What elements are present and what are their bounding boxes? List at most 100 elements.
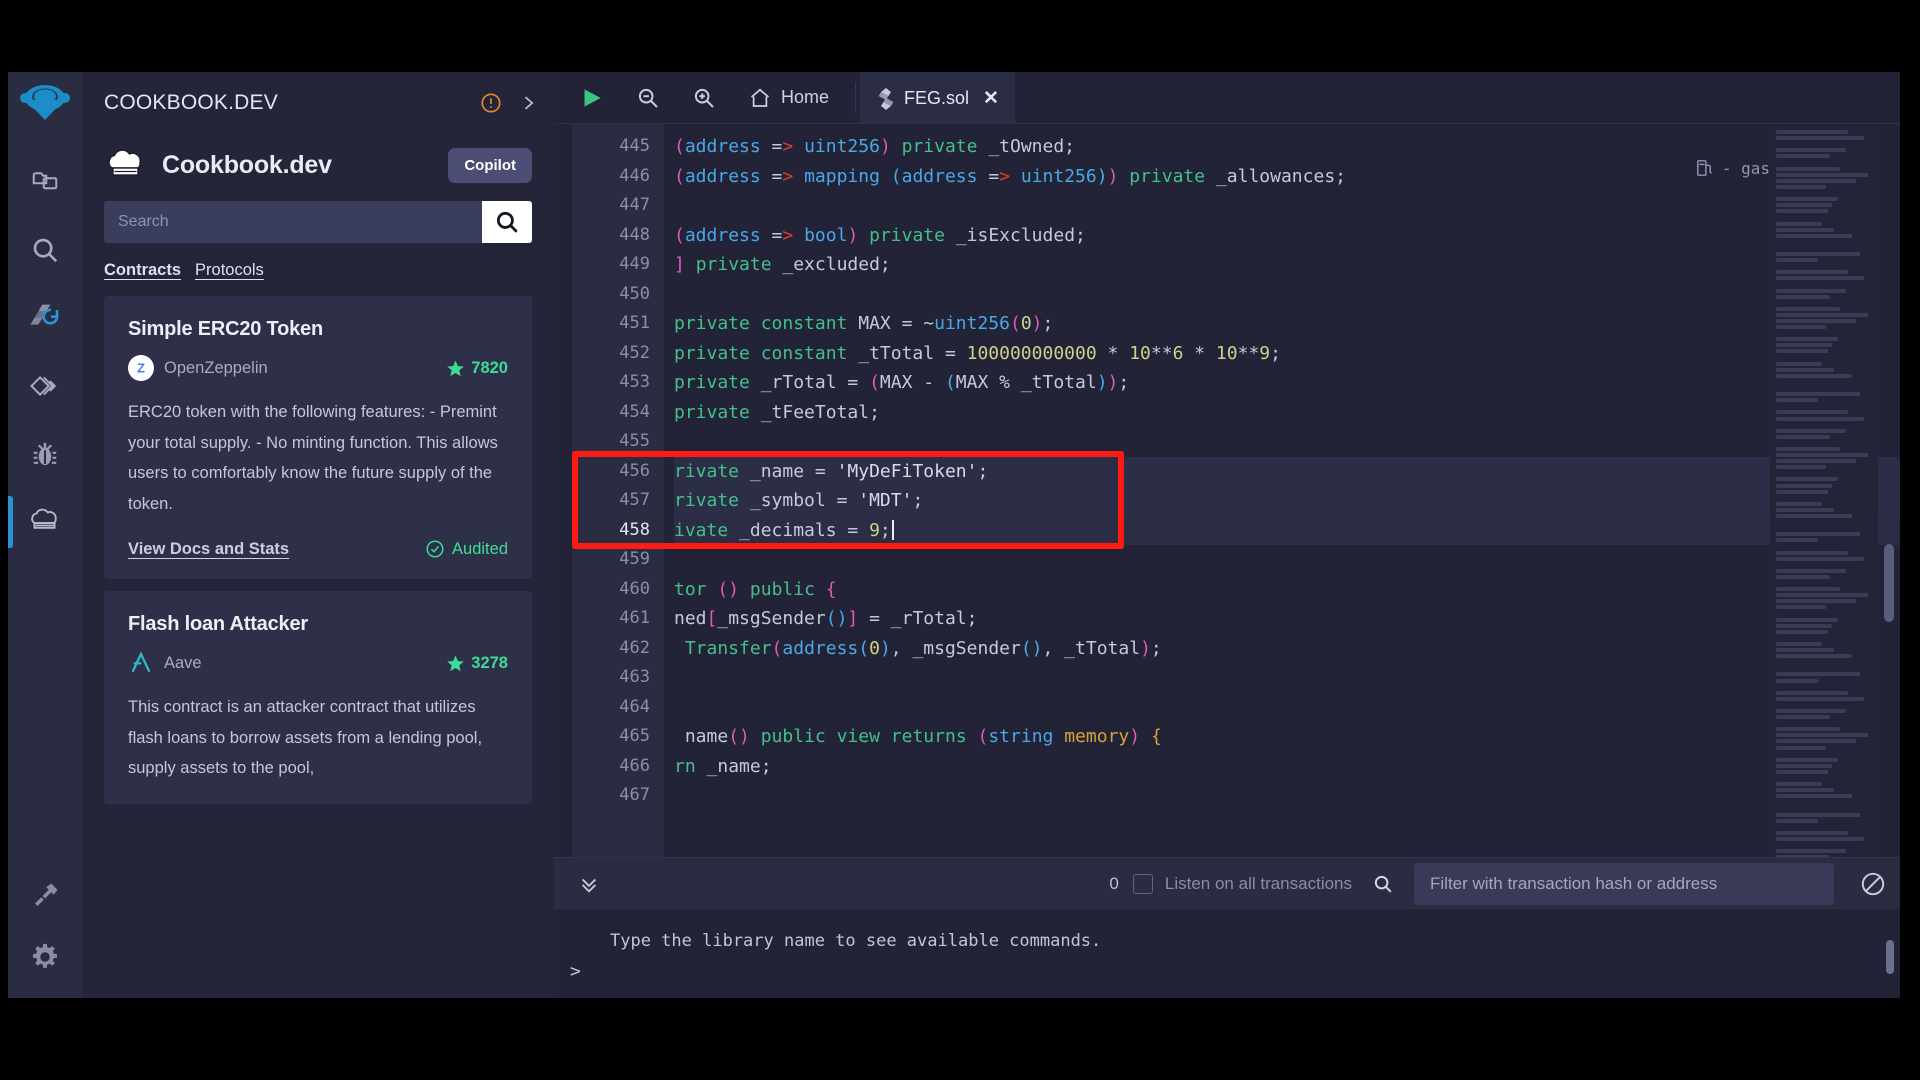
close-icon[interactable]: ✕ [983,87,999,110]
code-token: MAX % _tTotal [956,372,1097,393]
terminal-scrollbar-thumb[interactable] [1886,940,1894,974]
code-line[interactable]: ivate _decimals = 9; [674,516,1900,546]
code-token [815,579,826,600]
tab-feg-sol[interactable]: FEG.sol ✕ [860,72,1015,123]
minimap-line [1776,831,1848,835]
minimap-line [1776,569,1846,573]
sidebar-item-settings[interactable] [8,930,82,998]
line-number: 461 [572,604,650,634]
gas-pump-icon [1696,158,1714,178]
code-line[interactable] [674,663,1900,693]
code-token: ] [847,608,858,629]
sidebar-item-deploy-run[interactable] [8,352,82,420]
minimap-line [1776,429,1846,433]
code-token [750,313,761,334]
line-number: 458 [572,516,650,546]
code-token: ) [1129,726,1140,747]
code-lines[interactable]: (address => uint256) private _tOwned;(ad… [664,124,1900,857]
home-label: Home [781,87,829,108]
minimap-line [1776,532,1860,536]
sidebar-item-solidity-compiler[interactable] [8,284,82,352]
tab-contracts[interactable]: Contracts [104,261,181,280]
terminal-prompt[interactable]: > [570,961,581,982]
code-line[interactable]: tor () public { [674,575,1900,605]
zoom-in-icon[interactable] [676,72,732,123]
home-tab-button[interactable]: Home [732,72,851,123]
code-token: ( [891,166,902,187]
editor-minimap[interactable] [1770,124,1878,857]
line-number: 454 [572,398,650,428]
sidebar-item-cookbook[interactable] [8,488,82,556]
search-icon[interactable] [1364,873,1402,895]
no-entry-icon[interactable] [1846,871,1886,897]
code-token: ( [869,372,880,393]
code-token: () [717,579,739,600]
code-token: _rTotal = [750,372,869,393]
transaction-filter-input[interactable] [1414,863,1834,905]
zoom-out-icon[interactable] [620,72,676,123]
contract-card-erc20[interactable]: Simple ERC20 Token Z OpenZeppelin [104,296,532,579]
code-token: private [1129,166,1205,187]
code-line[interactable]: ] private _excluded; [674,250,1900,280]
play-run-icon[interactable] [554,72,620,123]
card-star-count: 3278 [446,654,508,673]
view-docs-and-stats-link[interactable]: View Docs and Stats [128,540,289,559]
chevrons-down-icon[interactable] [568,873,610,895]
code-token: address [902,166,978,187]
code-token [858,225,869,246]
code-token: { [1151,726,1162,747]
minimap-line [1776,642,1822,646]
card-author: Aave [164,654,202,673]
code-line[interactable]: private _tFeeTotal; [674,398,1900,428]
code-line[interactable]: (address => bool) private _isExcluded; [674,221,1900,251]
terminal-body[interactable]: Type the library name to see available c… [554,909,1900,998]
code-token: ; [912,490,923,511]
sidebar-item-search[interactable] [8,216,82,284]
chef-hat-icon [104,149,148,183]
copilot-button[interactable]: Copilot [448,148,532,183]
minimap-line [1776,855,1830,857]
code-token: ( [674,225,685,246]
code-line[interactable]: name() public view returns (string memor… [674,722,1900,752]
code-line[interactable]: Transfer(address(0), _msgSender(), _tTot… [674,634,1900,664]
code-line[interactable] [674,280,1900,310]
code-line[interactable]: rn _name; [674,752,1900,782]
code-line[interactable]: private constant MAX = ~uint256(0); [674,309,1900,339]
minimap-line [1776,276,1864,280]
search-input[interactable] [104,201,482,243]
code-token: address [782,638,858,659]
listen-on-all-transactions-checkbox[interactable] [1133,874,1153,894]
code-line[interactable] [674,545,1900,575]
code-line[interactable]: ned[_msgSender()] = _rTotal; [674,604,1900,634]
code-line[interactable] [674,191,1900,221]
tab-protocols[interactable]: Protocols [195,261,264,280]
contract-card-flashloan[interactable]: Flash loan Attacker Aave [104,591,532,804]
code-line[interactable]: rivate _symbol = 'MDT'; [674,486,1900,516]
minimap-line [1776,715,1830,719]
card-title: Simple ERC20 Token [128,318,508,341]
code-token: ned [674,608,707,629]
code-line[interactable] [674,693,1900,723]
chevron-right-icon[interactable] [512,92,538,114]
editor-scrollbar-thumb[interactable] [1884,544,1894,622]
code-line[interactable] [674,781,1900,811]
search-submit-button[interactable] [482,201,532,243]
code-line[interactable] [674,427,1900,457]
code-token: _tFeeTotal; [750,402,880,423]
code-line[interactable]: private constant _tTotal = 100000000000 … [674,339,1900,369]
alert-circle-icon[interactable] [480,92,502,114]
sidebar-item-debugger[interactable] [8,420,82,488]
code-token: { [826,579,837,600]
sidebar-item-plugin-manager[interactable] [8,862,82,930]
editor-scrollbar[interactable] [1882,124,1896,857]
minimap-line [1776,173,1868,177]
line-number: 445 [572,132,650,162]
code-line[interactable]: private _rTotal = (MAX - (MAX % _tTotal)… [674,368,1900,398]
code-editor[interactable]: 4454464474484494504514524534544554564574… [554,124,1900,857]
minimap-line [1776,222,1822,226]
icon-rail [8,72,82,998]
code-line[interactable]: rivate _name = 'MyDeFiToken'; [674,457,1900,487]
minimap-line [1776,490,1828,494]
code-token: private [674,313,750,334]
sidebar-item-file-explorer[interactable] [8,148,82,216]
